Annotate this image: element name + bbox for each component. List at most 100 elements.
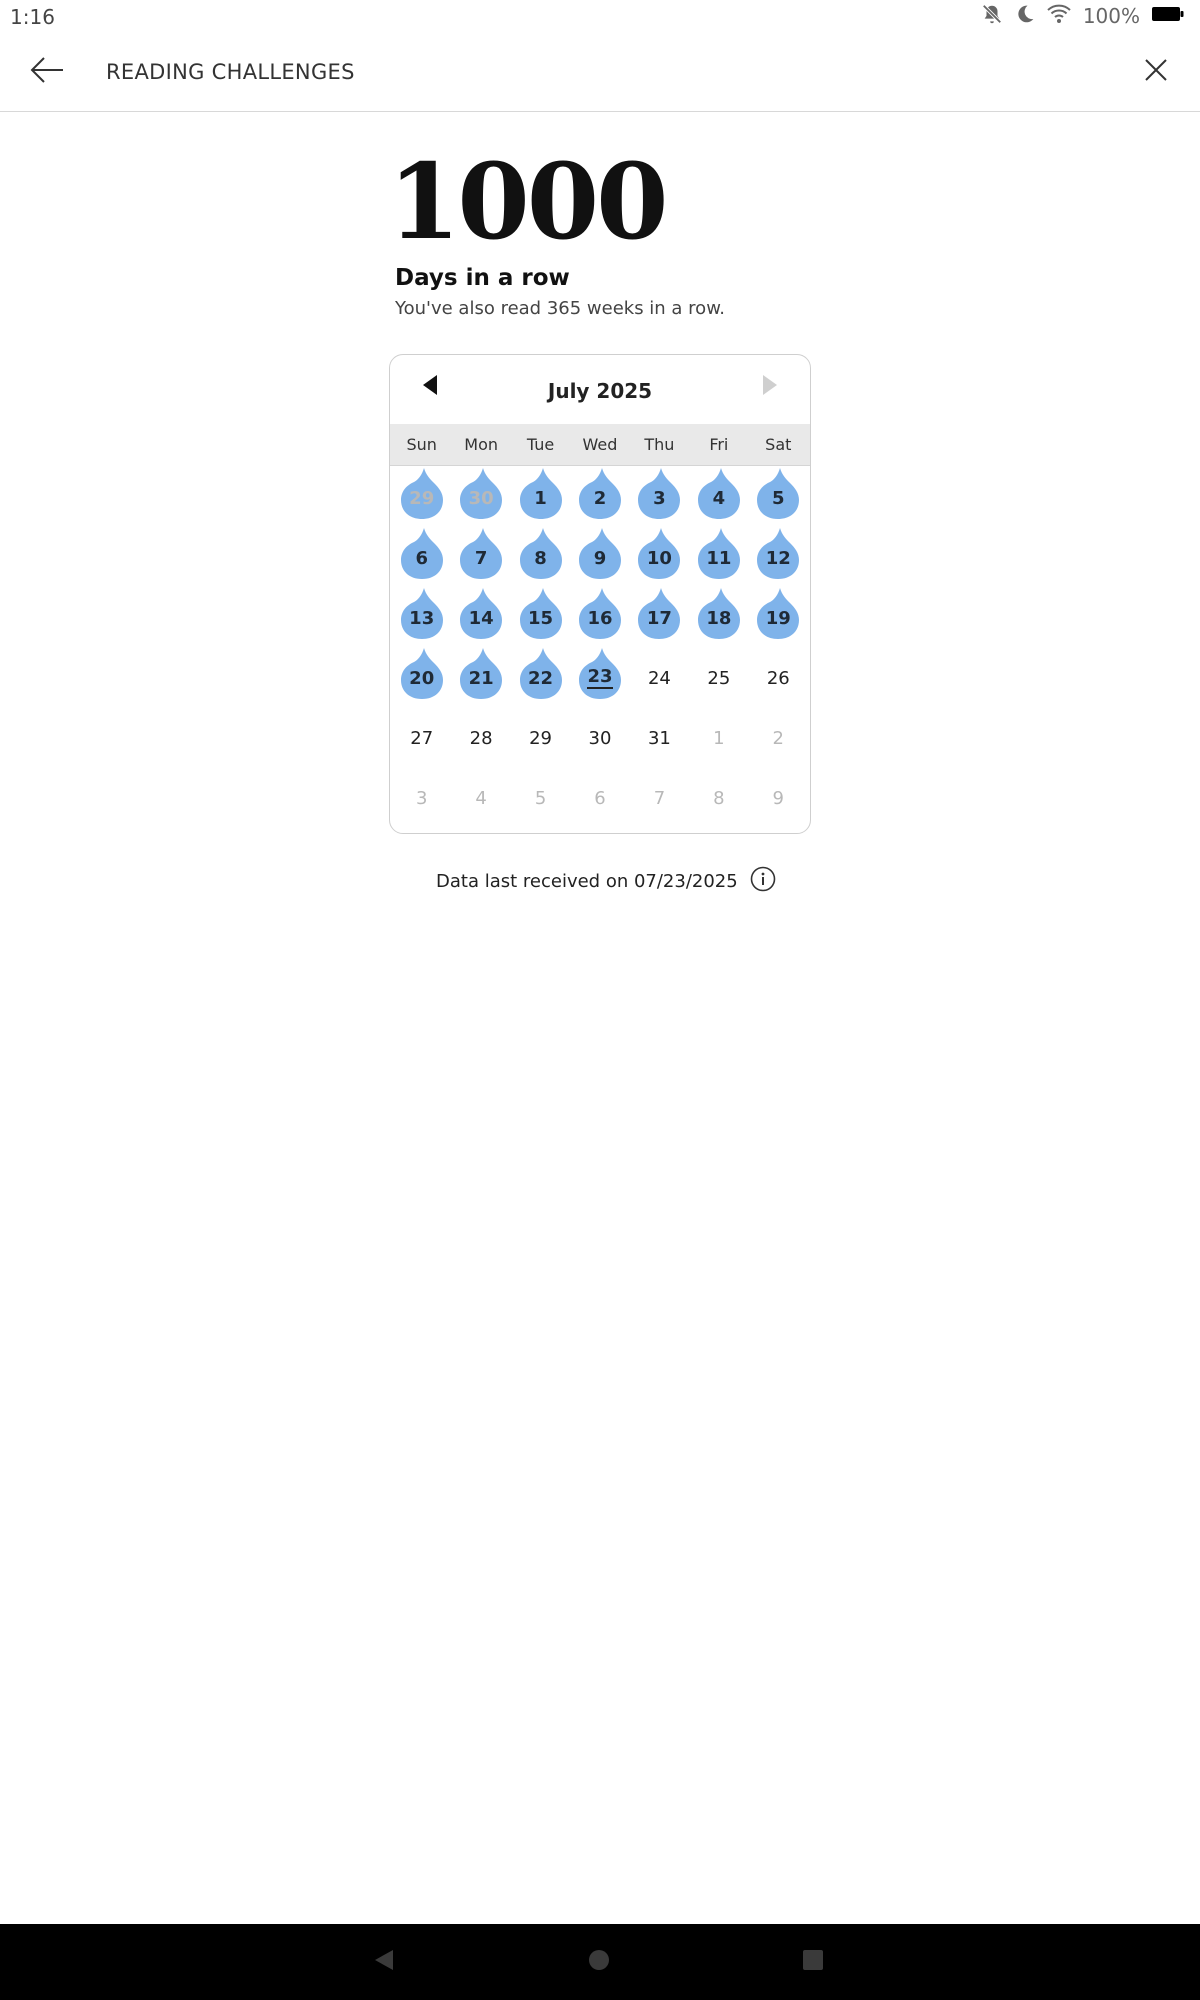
nav-recents-button[interactable] bbox=[797, 1946, 829, 1978]
calendar-day[interactable]: 17 bbox=[630, 587, 689, 647]
calendar-day-number: 3 bbox=[415, 787, 428, 809]
calendar-day-number: 15 bbox=[528, 607, 554, 629]
back-triangle-icon bbox=[373, 1948, 395, 1976]
calendar-day[interactable]: 24 bbox=[630, 647, 689, 707]
calendar-day-number: 16 bbox=[587, 607, 613, 629]
calendar-day[interactable]: 18 bbox=[689, 587, 748, 647]
calendar-day[interactable]: 9 bbox=[570, 527, 629, 587]
weekday-label: Tue bbox=[526, 435, 555, 454]
calendar-day[interactable]: 23 bbox=[570, 647, 629, 707]
calendar-day[interactable]: 3 bbox=[392, 767, 451, 827]
calendar-day[interactable]: 30 bbox=[570, 707, 629, 767]
calendar-day-number: 27 bbox=[410, 727, 434, 749]
calendar-day[interactable]: 14 bbox=[451, 587, 510, 647]
system-nav-bar bbox=[0, 1924, 1200, 2000]
calendar-day-number: 5 bbox=[534, 787, 547, 809]
calendar-day[interactable]: 7 bbox=[630, 767, 689, 827]
calendar-day[interactable]: 6 bbox=[392, 527, 451, 587]
status-icons: 100% bbox=[981, 4, 1184, 28]
calendar-day[interactable]: 8 bbox=[511, 527, 570, 587]
calendar-day-number: 9 bbox=[772, 787, 784, 809]
calendar-day[interactable]: 11 bbox=[689, 527, 748, 587]
info-button[interactable] bbox=[750, 866, 776, 894]
calendar-day-number: 14 bbox=[468, 607, 494, 629]
calendar-day-number: 1 bbox=[713, 727, 725, 749]
calendar-day-number: 9 bbox=[593, 547, 607, 569]
calendar-day-number: 26 bbox=[766, 667, 790, 689]
calendar-day[interactable]: 19 bbox=[749, 587, 808, 647]
notifications-off-icon bbox=[981, 3, 1003, 29]
close-icon bbox=[1144, 58, 1168, 86]
streak-count: 1000 bbox=[388, 140, 668, 263]
calendar-day[interactable]: 25 bbox=[689, 647, 748, 707]
calendar-day-number: 31 bbox=[647, 727, 671, 749]
calendar-day[interactable]: 10 bbox=[630, 527, 689, 587]
calendar-day[interactable]: 31 bbox=[630, 707, 689, 767]
calendar-day-number: 8 bbox=[713, 787, 725, 809]
arrow-left-icon bbox=[29, 55, 65, 89]
calendar-day-number: 13 bbox=[409, 607, 435, 629]
calendar-day[interactable]: 15 bbox=[511, 587, 570, 647]
app-bar: READING CHALLENGES bbox=[0, 32, 1200, 112]
calendar-day[interactable]: 21 bbox=[451, 647, 510, 707]
calendar-day[interactable]: 5 bbox=[511, 767, 570, 827]
calendar-day-number: 22 bbox=[528, 667, 554, 689]
calendar-day[interactable]: 16 bbox=[570, 587, 629, 647]
calendar-day[interactable]: 8 bbox=[689, 767, 748, 827]
calendar-day[interactable]: 20 bbox=[392, 647, 451, 707]
weekday-label: Fri bbox=[709, 435, 729, 454]
calendar-day[interactable]: 26 bbox=[749, 647, 808, 707]
calendar-day-number: 11 bbox=[706, 547, 732, 569]
calendar-day-number: 4 bbox=[712, 487, 726, 509]
calendar-day-number: 25 bbox=[707, 667, 731, 689]
calendar-day[interactable]: 4 bbox=[689, 467, 748, 527]
nav-home-button[interactable] bbox=[583, 1946, 615, 1978]
calendar-day[interactable]: 29 bbox=[392, 467, 451, 527]
calendar-day-number: 29 bbox=[529, 727, 553, 749]
wifi-icon bbox=[1047, 4, 1071, 28]
back-button[interactable] bbox=[22, 50, 72, 94]
weekday-header-row: Sun Mon Tue Wed Thu Fri Sat bbox=[390, 424, 810, 466]
calendar-day-number: 2 bbox=[593, 487, 607, 509]
calendar-day[interactable]: 9 bbox=[749, 767, 808, 827]
data-last-received-row: Data last received on 07/23/2025 bbox=[436, 866, 776, 894]
calendar-day[interactable]: 29 bbox=[511, 707, 570, 767]
calendar-day-number: 4 bbox=[475, 787, 487, 809]
calendar-day[interactable]: 1 bbox=[511, 467, 570, 527]
calendar-day[interactable]: 13 bbox=[392, 587, 451, 647]
nav-back-button[interactable] bbox=[368, 1946, 400, 1978]
moon-icon bbox=[1015, 4, 1035, 28]
calendar-day-number: 5 bbox=[772, 487, 785, 509]
calendar-day-number: 7 bbox=[653, 787, 666, 809]
calendar-day[interactable]: 28 bbox=[451, 707, 510, 767]
calendar-day[interactable]: 22 bbox=[511, 647, 570, 707]
calendar-day[interactable]: 6 bbox=[570, 767, 629, 827]
home-circle-icon bbox=[588, 1949, 610, 1975]
weekday-label: Mon bbox=[464, 435, 498, 454]
calendar-day-number: 3 bbox=[653, 487, 666, 509]
calendar-day-number: 21 bbox=[468, 667, 494, 689]
weekday-label: Sun bbox=[406, 435, 437, 454]
calendar-day-number: 19 bbox=[765, 607, 791, 629]
page-title: READING CHALLENGES bbox=[106, 60, 355, 84]
calendar-day-number: 10 bbox=[646, 547, 672, 569]
calendar-day[interactable]: 4 bbox=[451, 767, 510, 827]
calendar-day[interactable]: 2 bbox=[570, 467, 629, 527]
calendar-day[interactable]: 7 bbox=[451, 527, 510, 587]
calendar-day[interactable]: 1 bbox=[689, 707, 748, 767]
calendar-days-grid: 29 30 1 2 3 4 5 6 7 8 9 10 11 12 13 14 15 16 17 18 19 20 21 22 2… bbox=[390, 467, 810, 827]
streak-calendar: July 2025 Sun Mon Tue Wed Thu Fri Sat 29 30 1 2 3 4… bbox=[389, 354, 811, 834]
calendar-month-title: July 2025 bbox=[547, 379, 653, 403]
calendar-day-number: 6 bbox=[594, 787, 606, 809]
calendar-day[interactable]: 12 bbox=[749, 527, 808, 587]
calendar-day[interactable]: 2 bbox=[749, 707, 808, 767]
close-button[interactable] bbox=[1134, 50, 1178, 94]
calendar-day[interactable]: 27 bbox=[392, 707, 451, 767]
calendar-day-number: 17 bbox=[646, 607, 672, 629]
calendar-day[interactable]: 30 bbox=[451, 467, 510, 527]
data-last-received-text: Data last received on 07/23/2025 bbox=[436, 870, 738, 892]
calendar-day[interactable]: 3 bbox=[630, 467, 689, 527]
calendar-day-number: 23 bbox=[587, 666, 613, 689]
calendar-day-number: 6 bbox=[415, 547, 428, 569]
calendar-day[interactable]: 5 bbox=[749, 467, 808, 527]
